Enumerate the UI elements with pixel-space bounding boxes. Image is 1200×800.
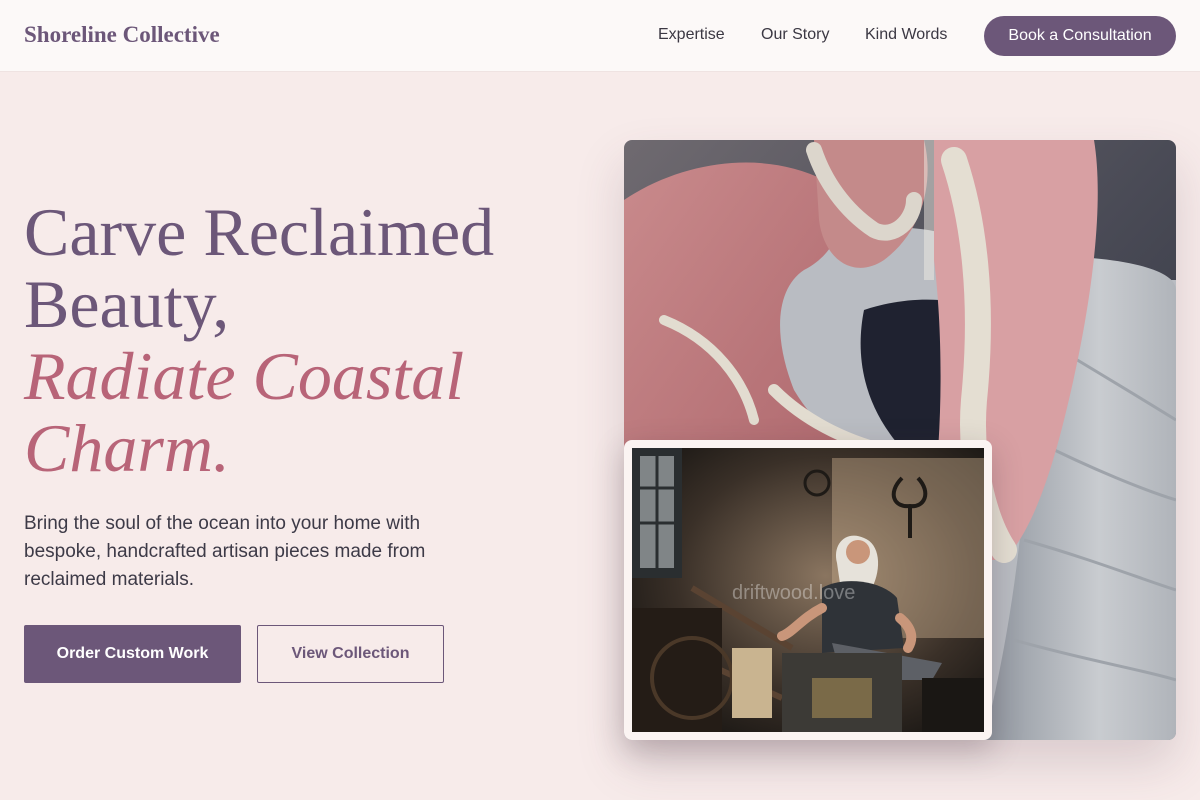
- hero-title-accent-line: Radiate Coastal: [24, 338, 465, 414]
- hero-description: Bring the soul of the ocean into your ho…: [24, 513, 426, 590]
- order-custom-work-button[interactable]: Order Custom Work: [24, 625, 241, 683]
- nav-link-our-story[interactable]: Our Story: [761, 26, 829, 44]
- book-consultation-button[interactable]: Book a Consultation: [984, 16, 1176, 56]
- site-header: Shoreline Collective Expertise Our Story…: [0, 0, 1200, 72]
- hero-title-accent-line: Charm.: [24, 410, 230, 486]
- hero-title: Carve Reclaimed Beauty, Radiate Coastal …: [24, 196, 584, 484]
- hero-title-line: Beauty,: [24, 266, 230, 342]
- brand-logo[interactable]: Shoreline Collective: [24, 22, 220, 48]
- nav-link-kind-words[interactable]: Kind Words: [865, 26, 947, 44]
- nav-link-expertise[interactable]: Expertise: [658, 26, 725, 44]
- photo-watermark: driftwood.love: [732, 582, 856, 604]
- view-collection-button[interactable]: View Collection: [257, 625, 444, 683]
- hero-title-line: Carve Reclaimed: [24, 194, 495, 270]
